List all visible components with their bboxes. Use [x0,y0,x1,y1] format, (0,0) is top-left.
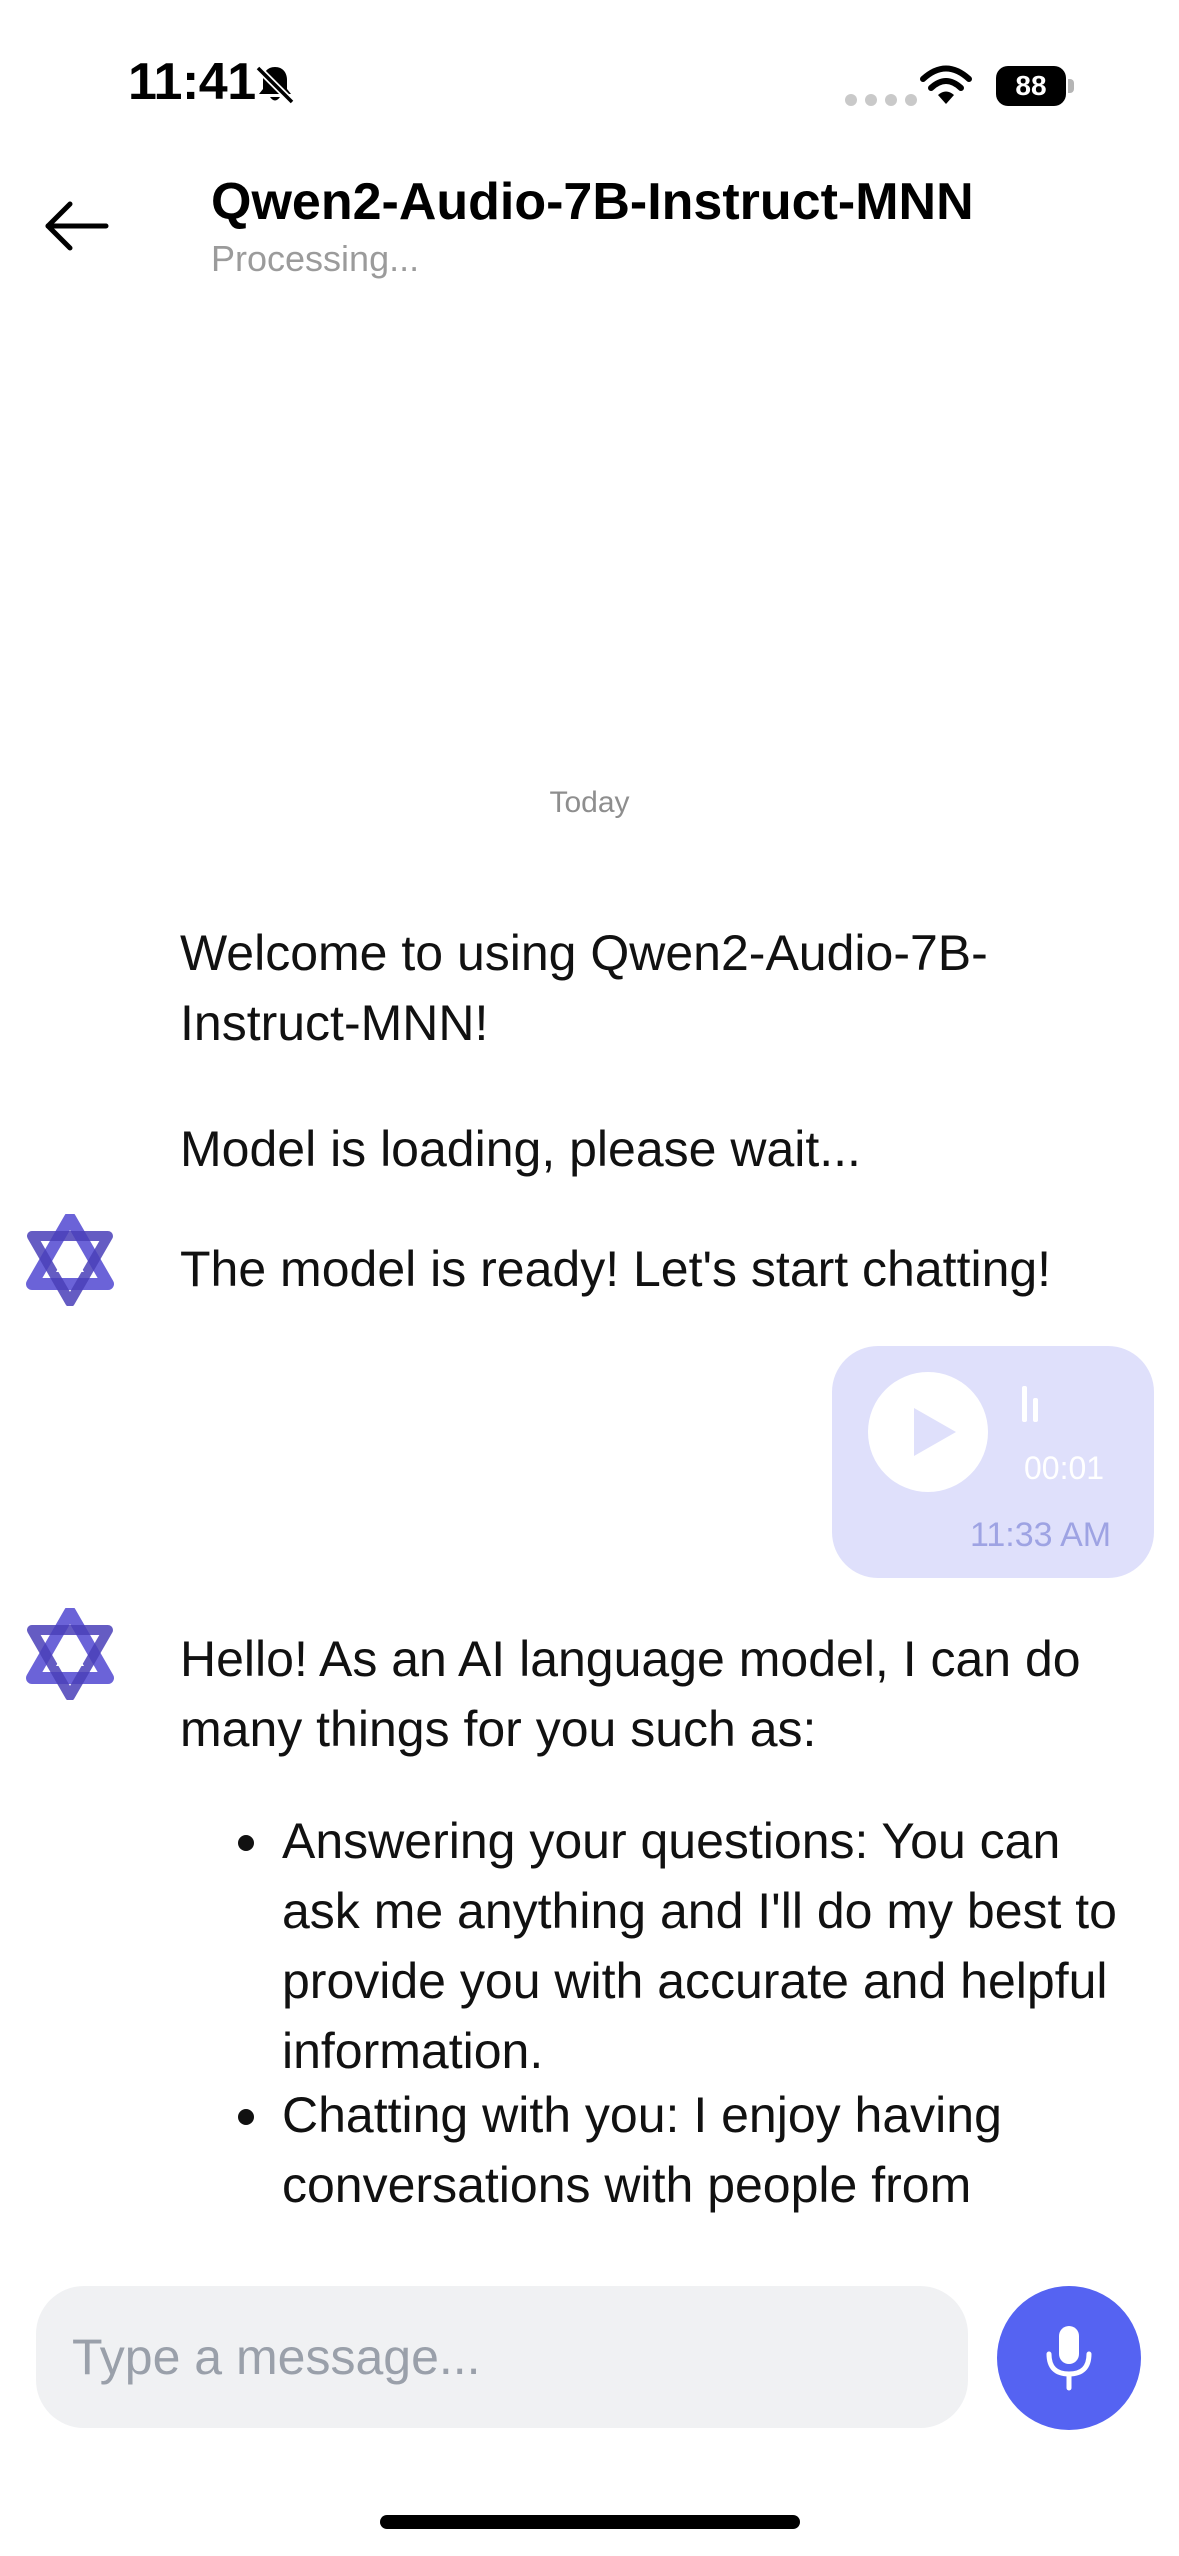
assistant-message: Hello! As an AI language model, I can do… [180,1631,1081,1757]
cellular-signal-icon [845,94,917,106]
assistant-bullet-list: Answering your questions: You can ask me… [230,1806,1150,2220]
assistant-message: Welcome to using Qwen2-Audio-7B-Instruct… [180,925,988,1051]
microphone-icon [1046,2326,1092,2391]
date-separator: Today [549,786,630,819]
home-indicator [380,2515,800,2529]
play-icon [914,1408,956,1456]
wifi-icon [920,65,972,104]
play-button[interactable] [868,1372,988,1492]
chat-title: Qwen2-Audio-7B-Instruct-MNN [211,173,974,231]
list-item: Answering your questions: You can ask me… [230,1806,1150,2086]
chat-status: Processing... [211,238,420,279]
microphone-button[interactable] [997,2286,1141,2430]
message-timestamp: 11:33 AM [970,1516,1112,1554]
voice-message-bubble[interactable]: 00:01 11:33 AM [832,1346,1154,1578]
arrow-left-icon[interactable] [42,196,112,256]
bell-slash-icon [255,65,295,105]
assistant-message: The model is ready! Let's start chatting… [180,1241,1052,1297]
assistant-avatar-icon [26,1214,114,1306]
battery-level: 88 [996,66,1066,106]
voice-duration: 00:01 [1024,1450,1105,1486]
message-input[interactable]: Type a message... [36,2286,968,2428]
list-item: Chatting with you: I enjoy having conver… [230,2080,1150,2220]
status-time: 11:41 [128,53,256,111]
assistant-message: Model is loading, please wait... [180,1121,861,1177]
waveform-icon [1022,1386,1038,1422]
assistant-avatar-icon [26,1608,114,1700]
battery-icon: 88 [996,66,1074,106]
